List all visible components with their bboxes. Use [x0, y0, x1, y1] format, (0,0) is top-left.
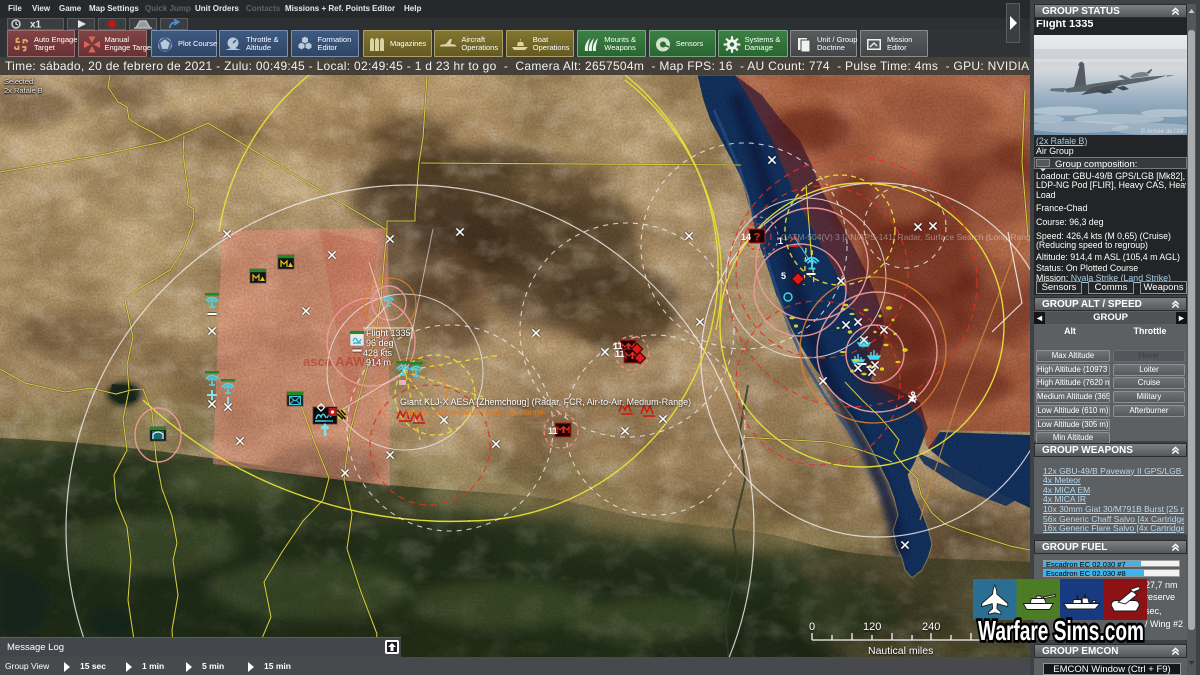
svg-text:?: ?	[754, 232, 761, 244]
svg-text:120: 120	[863, 621, 881, 633]
svg-text:x1: x1	[30, 20, 42, 30]
svg-text:Warfare Sims.com: Warfare Sims.com	[978, 615, 1144, 645]
svg-text:428 kts: 428 kts	[363, 348, 393, 358]
svg-text:Giant KLJ-X AESA [Zhemchoug] (: Giant KLJ-X AESA [Zhemchoug] (Radar, FCR…	[400, 397, 691, 407]
svg-text:96 deg: 96 deg	[366, 338, 394, 348]
svg-text:© Armée de l'Air: © Armée de l'Air	[1141, 128, 1184, 135]
svg-text:Nautical miles: Nautical miles	[868, 645, 933, 657]
svg-text:5: 5	[781, 271, 786, 281]
svg-text:CATM-504(V) 3 [AN/APS-141] Rad: CATM-504(V) 3 [AN/APS-141] Radar, Surfac…	[781, 232, 1030, 242]
svg-text:Giant... Surveillance, Medium-: Giant... Surveillance, Medium-Range	[405, 407, 544, 417]
svg-text:240: 240	[922, 621, 940, 633]
svg-text:11: 11	[548, 426, 558, 436]
svg-text:0: 0	[809, 621, 815, 633]
svg-text:Flight 1335: Flight 1335	[366, 328, 411, 338]
svg-text:11: 11	[615, 349, 625, 359]
svg-text:14: 14	[741, 232, 751, 242]
svg-text:914 m: 914 m	[366, 358, 391, 368]
